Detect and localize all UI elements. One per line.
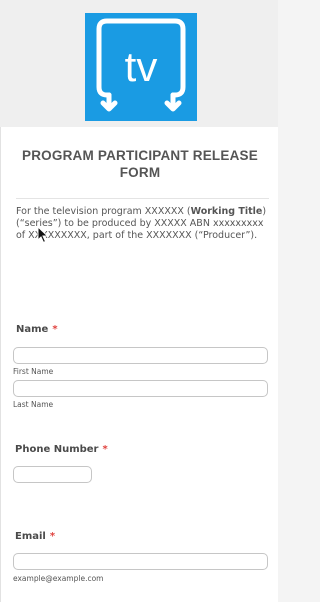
phone-label-text: Phone Number: [15, 444, 99, 455]
title-divider: [16, 198, 269, 199]
form-page: tv PROGRAM PARTICIPANT RELEASE FORM For …: [0, 0, 278, 602]
tv-logo-icon-graphic: tv: [85, 13, 197, 121]
last-name-sublabel: Last Name: [13, 400, 54, 409]
phone-label: Phone Number *: [15, 444, 108, 455]
intro-part1: For the television program XXXXXX (: [16, 206, 191, 217]
tv-logo-icon: tv: [85, 13, 197, 121]
phone-required-mark: *: [102, 444, 108, 455]
email-required-mark: *: [49, 531, 56, 542]
name-required-mark: *: [52, 324, 58, 335]
intro-bold: Working Title: [190, 206, 263, 217]
form-title: PROGRAM PARTICIPANT RELEASE FORM: [22, 148, 258, 180]
mouse-cursor-icon: [37, 226, 49, 244]
email-sublabel: example@example.com: [13, 574, 104, 583]
email-label: Email *: [15, 531, 55, 542]
intro-paragraph: For the television program XXXXXX (Worki…: [16, 206, 268, 242]
name-label-text: Name: [16, 324, 49, 335]
first-name-input[interactable]: [13, 347, 268, 364]
logo-text: tv: [125, 43, 158, 90]
last-name-input[interactable]: [13, 380, 268, 397]
form-header: tv: [0, 0, 278, 128]
first-name-sublabel: First Name: [13, 367, 54, 376]
email-label-text: Email: [15, 531, 46, 542]
phone-number-input[interactable]: [13, 466, 92, 483]
email-input[interactable]: [13, 553, 268, 570]
name-label: Name *: [16, 324, 58, 335]
